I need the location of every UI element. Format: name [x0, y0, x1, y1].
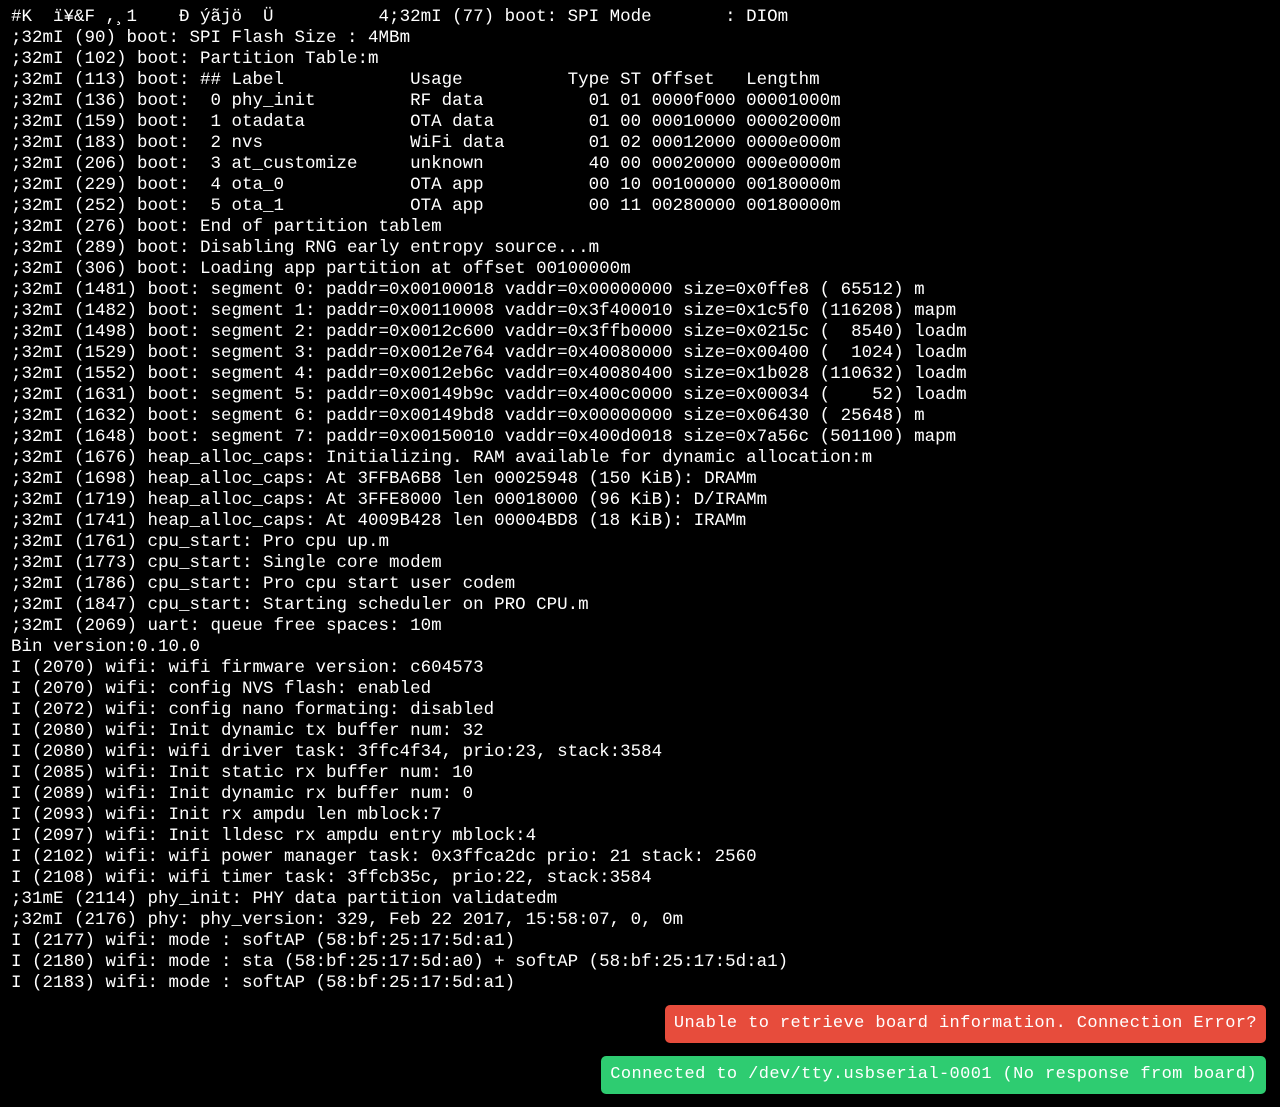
log-line: ;32mI (113) boot: ## Label Usage Type ST…: [11, 70, 820, 90]
log-line: ;32mI (229) boot: 4 ota_0 OTA app 00 10 …: [11, 175, 841, 195]
log-line: ;32mI (183) boot: 2 nvs WiFi data 01 02 …: [11, 133, 841, 153]
log-line: I (2070) wifi: config NVS flash: enabled: [11, 679, 432, 699]
log-line: ;32mI (1552) boot: segment 4: paddr=0x00…: [11, 364, 967, 384]
log-line: ;32mI (136) boot: 0 phy_init RF data 01 …: [11, 91, 841, 111]
log-line: ;32mI (1741) heap_alloc_caps: At 4009B42…: [11, 511, 747, 531]
log-line: ;32mI (252) boot: 5 ota_1 OTA app 00 11 …: [11, 196, 841, 216]
log-line: ;32mI (1719) heap_alloc_caps: At 3FFE800…: [11, 490, 768, 510]
log-line: ;32mI (1847) cpu_start: Starting schedul…: [11, 595, 589, 615]
log-line: ;31mE (2114) phy_init: PHY data partitio…: [11, 889, 558, 909]
log-line: I (2180) wifi: mode : sta (58:bf:25:17:5…: [11, 952, 789, 972]
log-line: I (2093) wifi: Init rx ampdu len mblock:…: [11, 805, 442, 825]
log-line: ;32mI (1481) boot: segment 0: paddr=0x00…: [11, 280, 925, 300]
log-line: ;32mI (2176) phy: phy_version: 329, Feb …: [11, 910, 684, 930]
log-line: I (2183) wifi: mode : softAP (58:bf:25:1…: [11, 973, 516, 993]
log-line: ;32mI (206) boot: 3 at_customize unknown…: [11, 154, 841, 174]
log-line: ;32mI (90) boot: SPI Flash Size : 4MBm: [11, 28, 411, 48]
log-line: ;32mI (1773) cpu_start: Single core mode…: [11, 553, 442, 573]
log-line: ;32mI (1786) cpu_start: Pro cpu start us…: [11, 574, 516, 594]
log-line: I (2108) wifi: wifi timer task: 3ffcb35c…: [11, 868, 652, 888]
log-line: I (2080) wifi: Init dynamic tx buffer nu…: [11, 721, 484, 741]
log-line: ;32mI (159) boot: 1 otadata OTA data 01 …: [11, 112, 841, 132]
log-line: I (2097) wifi: Init lldesc rx ampdu entr…: [11, 826, 537, 846]
log-line: ;32mI (1676) heap_alloc_caps: Initializi…: [11, 448, 873, 468]
error-notification: Unable to retrieve board information. Co…: [664, 1005, 1266, 1043]
log-line: I (2080) wifi: wifi driver task: 3ffc4f3…: [11, 742, 663, 762]
log-line: I (2085) wifi: Init static rx buffer num…: [11, 763, 474, 783]
log-line: ;32mI (1529) boot: segment 3: paddr=0x00…: [11, 343, 967, 363]
connection-status-notification: Connected to /dev/tty.usbserial-0001 (No…: [601, 1056, 1266, 1094]
log-line: ;32mI (1632) boot: segment 6: paddr=0x00…: [11, 406, 925, 426]
log-line: ;32mI (306) boot: Loading app partition …: [11, 259, 631, 279]
log-line: I (2070) wifi: wifi firmware version: c6…: [11, 658, 484, 678]
log-line: ;32mI (2069) uart: queue free spaces: 10…: [11, 616, 442, 636]
log-line: I (2072) wifi: config nano formating: di…: [11, 700, 495, 720]
log-line: ;32mI (102) boot: Partition Table:m: [11, 49, 379, 69]
serial-monitor-output: #K ï¥&F ,¸1 Ð ýãjö Ü 4;32mI (77) boot: S…: [11, 7, 1280, 994]
log-line: ;32mI (1698) heap_alloc_caps: At 3FFBA6B…: [11, 469, 757, 489]
log-line: ;32mI (289) boot: Disabling RNG early en…: [11, 238, 600, 258]
log-line: ;32mI (1761) cpu_start: Pro cpu up.m: [11, 532, 390, 552]
log-line: #K ï¥&F ,¸1 Ð ýãjö Ü 4;32mI (77) boot: S…: [11, 7, 789, 27]
log-line: ;32mI (1482) boot: segment 1: paddr=0x00…: [11, 301, 957, 321]
log-line: ;32mI (1648) boot: segment 7: paddr=0x00…: [11, 427, 957, 447]
log-line: I (2089) wifi: Init dynamic rx buffer nu…: [11, 784, 474, 804]
log-line: ;32mI (276) boot: End of partition table…: [11, 217, 442, 237]
log-line: I (2177) wifi: mode : softAP (58:bf:25:1…: [11, 931, 516, 951]
log-line: I (2102) wifi: wifi power manager task: …: [11, 847, 757, 867]
log-line: ;32mI (1631) boot: segment 5: paddr=0x00…: [11, 385, 967, 405]
log-line: Bin version:0.10.0: [11, 637, 201, 657]
log-line: ;32mI (1498) boot: segment 2: paddr=0x00…: [11, 322, 967, 342]
